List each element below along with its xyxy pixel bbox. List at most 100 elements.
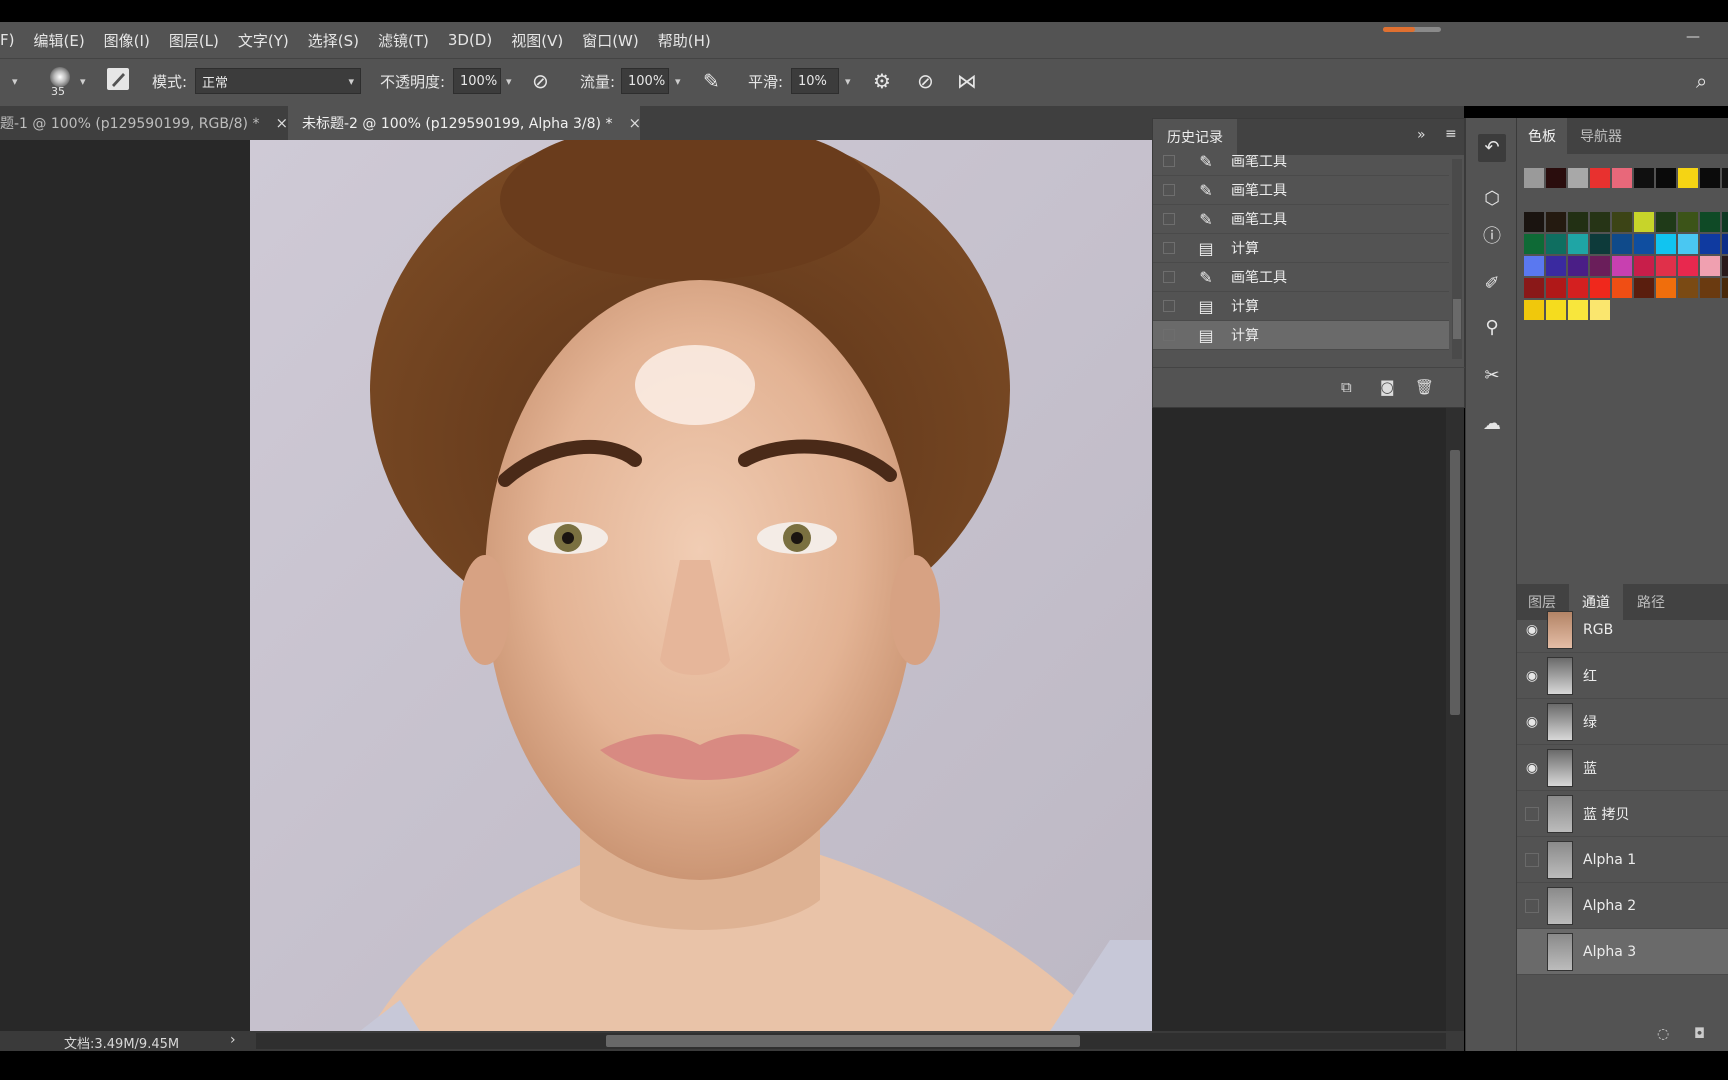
color-swatch[interactable] [1722, 278, 1728, 298]
color-swatch[interactable] [1722, 168, 1728, 188]
color-swatch[interactable] [1700, 168, 1720, 188]
tab-document-2[interactable]: 未标题-2 @ 100% (p129590199, Alpha 3/8) * × [288, 106, 641, 140]
eye-icon[interactable]: ◉ [1523, 760, 1541, 776]
channel-row[interactable]: Alpha 2 [1517, 883, 1728, 929]
airbrush-icon[interactable]: ✎ [703, 69, 720, 93]
menu-item-3d[interactable]: 3D(D) [448, 31, 492, 49]
color-swatch[interactable] [1678, 168, 1698, 188]
visibility-toggle[interactable] [1525, 898, 1539, 913]
color-swatch[interactable] [1722, 212, 1728, 232]
channel-row[interactable]: ◉ RGB [1517, 607, 1728, 653]
color-swatch[interactable] [1612, 278, 1632, 298]
menu-item-type[interactable]: 文字(Y) [238, 30, 289, 51]
color-swatch[interactable] [1700, 234, 1720, 254]
color-swatch[interactable] [1568, 168, 1588, 188]
color-swatch[interactable] [1524, 168, 1544, 188]
color-swatch[interactable] [1656, 278, 1676, 298]
search-icon[interactable]: ⌕ [1696, 69, 1707, 93]
brush-picker-dropdown-icon[interactable]: ▾ [80, 75, 86, 88]
smooth-dropdown-icon[interactable]: ▾ [845, 75, 851, 88]
color-swatch[interactable] [1568, 234, 1588, 254]
close-icon[interactable]: × [275, 114, 288, 132]
symmetry-butterfly-icon[interactable]: ⋈ [957, 69, 977, 93]
mode-select[interactable]: 正常 ▾ [195, 68, 361, 94]
smooth-input[interactable]: 10% [791, 68, 839, 94]
history-item[interactable]: ✎ 画笔工具 [1153, 205, 1449, 234]
color-swatch[interactable] [1612, 234, 1632, 254]
save-selection-icon[interactable]: ◘ [1694, 1026, 1705, 1042]
opacity-input[interactable]: 100% [453, 68, 501, 94]
history-item[interactable]: ✎ 画笔工具 [1153, 176, 1449, 205]
color-swatch[interactable] [1656, 234, 1676, 254]
color-swatch[interactable] [1634, 256, 1654, 276]
menu-item-filter[interactable]: 滤镜(T) [378, 30, 429, 51]
gear-icon[interactable]: ⚙ [873, 69, 891, 93]
eye-icon[interactable]: ◉ [1523, 668, 1541, 684]
status-menu-arrow[interactable]: › [230, 1032, 236, 1048]
history-item[interactable]: ▤ 计算 [1153, 321, 1449, 350]
history-checkbox[interactable] [1163, 184, 1175, 196]
color-swatch[interactable] [1524, 278, 1544, 298]
color-swatch[interactable] [1590, 234, 1610, 254]
pressure-opacity-icon[interactable]: ⊘ [532, 69, 549, 93]
color-swatch[interactable] [1700, 278, 1720, 298]
channel-row[interactable]: ◉ 蓝 [1517, 745, 1728, 791]
color-swatch[interactable] [1678, 256, 1698, 276]
tab-swatches[interactable]: 色板 [1517, 118, 1567, 154]
color-swatch[interactable] [1678, 278, 1698, 298]
color-swatch[interactable] [1546, 212, 1566, 232]
eye-icon[interactable]: ◉ [1523, 622, 1541, 638]
new-document-from-state-icon[interactable]: ⧉ [1341, 378, 1352, 396]
window-minimize-button[interactable]: — [1686, 29, 1706, 45]
close-icon[interactable]: × [628, 114, 641, 132]
scroll-thumb[interactable] [1450, 450, 1460, 715]
color-swatch[interactable] [1612, 212, 1632, 232]
color-swatch[interactable] [1722, 256, 1728, 276]
color-swatch[interactable] [1524, 300, 1544, 320]
history-item[interactable]: ▤ 计算 [1153, 292, 1449, 321]
channel-row[interactable]: Alpha 1 [1517, 837, 1728, 883]
collapse-panel-icon[interactable]: » [1417, 127, 1426, 143]
libraries-icon[interactable]: ☁ [1478, 410, 1506, 438]
info-icon[interactable]: ⓘ [1478, 223, 1506, 251]
menu-item-file[interactable]: F) [0, 31, 14, 49]
color-swatch[interactable] [1524, 234, 1544, 254]
scroll-thumb[interactable] [1453, 299, 1461, 339]
color-swatch[interactable] [1524, 212, 1544, 232]
history-checkbox[interactable] [1163, 242, 1175, 254]
flow-input[interactable]: 100% [621, 68, 669, 94]
history-item[interactable]: ✎ 画笔工具 [1153, 155, 1449, 176]
menu-item-window[interactable]: 窗口(W) [582, 30, 639, 51]
color-swatch[interactable] [1700, 256, 1720, 276]
menu-item-image[interactable]: 图像(I) [104, 30, 150, 51]
channel-row[interactable]: ◉ 红 [1517, 653, 1728, 699]
history-checkbox[interactable] [1163, 329, 1175, 341]
menu-item-view[interactable]: 视图(V) [511, 30, 563, 51]
color-swatch[interactable] [1590, 168, 1610, 188]
tool-preset-dropdown-icon[interactable]: ▾ [12, 75, 18, 88]
tab-document-1[interactable]: 题-1 @ 100% (p129590199, RGB/8) * × [0, 106, 288, 140]
color-swatch[interactable] [1568, 300, 1588, 320]
color-swatch[interactable] [1590, 256, 1610, 276]
channel-row[interactable]: Alpha 3 [1517, 929, 1728, 975]
canvas-vertical-scrollbar[interactable] [1446, 400, 1464, 1031]
color-swatch[interactable] [1656, 256, 1676, 276]
color-swatch[interactable] [1634, 212, 1654, 232]
trash-icon[interactable]: 🗑 [1415, 378, 1434, 396]
channel-row[interactable]: ◉ 绿 [1517, 699, 1728, 745]
history-checkbox[interactable] [1163, 300, 1175, 312]
brush-settings-panel-icon[interactable]: ✐ [1478, 270, 1506, 298]
color-swatch[interactable] [1546, 300, 1566, 320]
color-swatch[interactable] [1634, 234, 1654, 254]
history-scrollbar[interactable] [1452, 159, 1462, 359]
history-panel-icon[interactable]: ↶ [1478, 134, 1506, 162]
load-selection-icon[interactable]: ◌ [1657, 1026, 1669, 1042]
menu-item-help[interactable]: 帮助(H) [658, 30, 711, 51]
opacity-dropdown-icon[interactable]: ▾ [506, 75, 512, 88]
menu-item-select[interactable]: 选择(S) [308, 30, 359, 51]
flow-dropdown-icon[interactable]: ▾ [675, 75, 681, 88]
channel-row[interactable]: 蓝 拷贝 [1517, 791, 1728, 837]
history-item[interactable]: ✎ 画笔工具 [1153, 263, 1449, 292]
menu-item-edit[interactable]: 编辑(E) [33, 30, 84, 51]
clone-source-icon[interactable]: ⚲ [1478, 314, 1506, 342]
